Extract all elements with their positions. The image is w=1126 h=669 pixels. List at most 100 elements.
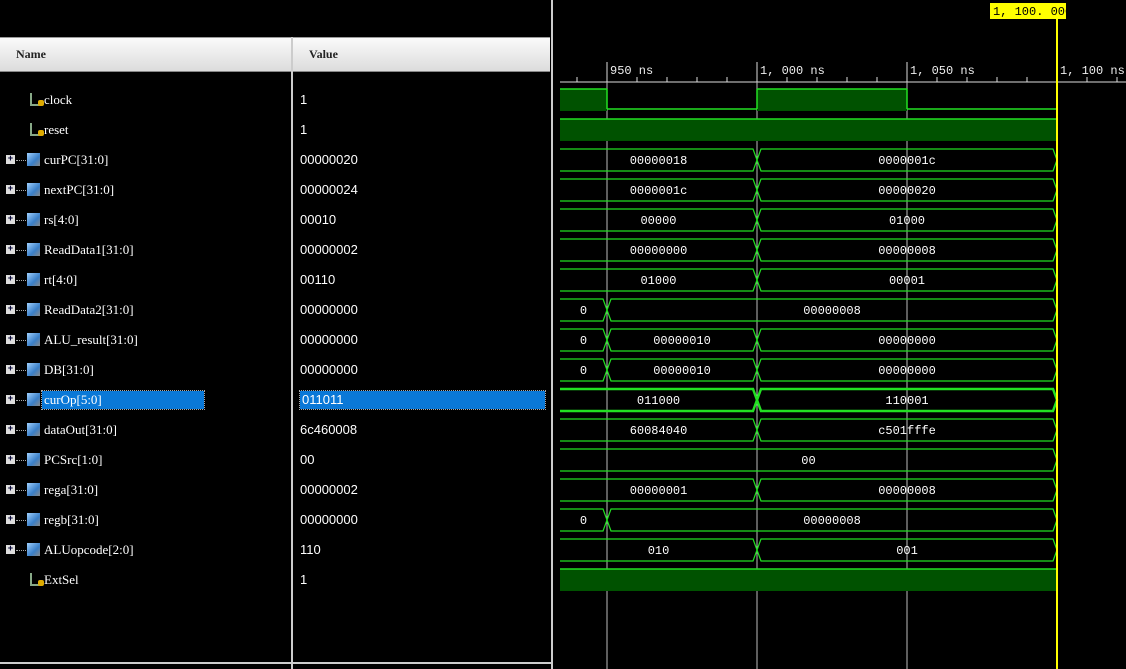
signal-value: 00000002: [300, 242, 358, 257]
signal-name[interactable]: nextPC[31:0]: [42, 181, 116, 199]
signal-name[interactable]: regb[31:0]: [42, 511, 101, 529]
signal-name[interactable]: clock: [42, 91, 74, 109]
signal-row[interactable]: + ALUopcode[2:0] 110: [0, 539, 550, 561]
expand-icon[interactable]: +: [6, 515, 15, 524]
signal-value: 00000000: [300, 362, 358, 377]
signal-name[interactable]: rt[4:0]: [42, 271, 79, 289]
bus-value-label: 60084040: [630, 424, 688, 438]
signal-name[interactable]: rega[31:0]: [42, 481, 100, 499]
signal-value: 00010: [300, 212, 337, 227]
signal-name[interactable]: ALUopcode[2:0]: [42, 541, 136, 559]
signal-name[interactable]: rs[4:0]: [42, 211, 81, 229]
signal-value: 00110: [300, 272, 336, 287]
bus-value-label: 00000008: [803, 304, 861, 318]
tree-connector: [16, 250, 26, 251]
value-column-header[interactable]: Value: [293, 38, 550, 71]
ruler-label: 950 ns: [610, 64, 653, 78]
bus-value-label: 00000008: [803, 514, 861, 528]
bus-value-label: 00000: [640, 214, 676, 228]
waveform-panel[interactable]: 950 ns 1, 000 ns 1, 050 ns 1, 100 ns0000001…: [560, 0, 1126, 669]
bit-signal-icon: [30, 93, 44, 106]
expand-icon[interactable]: +: [6, 155, 15, 164]
signal-name[interactable]: ReadData1[31:0]: [42, 241, 136, 259]
signal-value: 1: [300, 92, 308, 107]
signal-name[interactable]: ReadData2[31:0]: [42, 301, 136, 319]
cursor-time-label: 1, 100. 000 ns: [993, 5, 1094, 19]
bus-signal-icon: [27, 453, 40, 466]
signal-row[interactable]: + nextPC[31:0] 00000024: [0, 179, 550, 201]
bus-value-label: 01000: [889, 214, 925, 228]
signal-name[interactable]: ALU_result[31:0]: [42, 331, 140, 349]
bus-value-label: 0000001c: [630, 184, 688, 198]
signal-value: 00000002: [300, 482, 358, 497]
bus-value-label: 00000000: [630, 244, 688, 258]
name-column-header[interactable]: Name: [0, 38, 291, 71]
signal-list-panel: Name Value clock 1 reset 1 + curPC[31:0] 00000…: [0, 0, 552, 669]
tree-connector: [16, 220, 26, 221]
bus-signal-icon: [27, 183, 40, 196]
bus-value-label: c501fffe: [878, 424, 936, 438]
bus-value-label: 00000010: [653, 364, 711, 378]
tree-connector: [16, 190, 26, 191]
signal-row[interactable]: + rega[31:0] 00000002: [0, 479, 550, 501]
expand-icon[interactable]: +: [6, 185, 15, 194]
signal-high-fill: [560, 569, 1057, 591]
bus-value-label: 0: [580, 364, 587, 378]
signal-name[interactable]: ExtSel: [42, 571, 81, 589]
signal-name[interactable]: curPC[31:0]: [42, 151, 110, 169]
signal-value: 1: [300, 572, 308, 587]
signal-row[interactable]: + ALU_result[31:0] 00000000: [0, 329, 550, 351]
ruler-label: 1, 050 ns: [910, 64, 975, 78]
signal-name[interactable]: reset: [42, 121, 71, 139]
pane-splitter[interactable]: [551, 0, 559, 669]
expand-icon[interactable]: +: [6, 215, 15, 224]
signal-row[interactable]: + dataOut[31:0] 6c460008: [0, 419, 550, 441]
bus-value-label: 00000008: [878, 244, 936, 258]
expand-icon[interactable]: +: [6, 455, 15, 464]
expand-icon[interactable]: +: [6, 245, 15, 254]
tree-connector: [16, 160, 26, 161]
bus-signal-icon: [27, 483, 40, 496]
column-header: Name Value: [0, 37, 550, 72]
tree-connector: [16, 280, 26, 281]
signal-high-fill: [757, 89, 907, 111]
signal-row[interactable]: reset 1: [0, 119, 550, 141]
bus-value-label: 011000: [637, 394, 680, 408]
tree-connector: [16, 430, 26, 431]
bus-value-label: 00: [801, 454, 815, 468]
expand-icon[interactable]: +: [6, 365, 15, 374]
signal-row[interactable]: + ReadData2[31:0] 00000000: [0, 299, 550, 321]
signal-name[interactable]: DB[31:0]: [42, 361, 96, 379]
expand-icon[interactable]: +: [6, 425, 15, 434]
signal-value: 00000024: [300, 182, 358, 197]
expand-icon[interactable]: +: [6, 305, 15, 314]
tree-connector: [16, 520, 26, 521]
signal-row[interactable]: + PCSrc[1:0] 00: [0, 449, 550, 471]
signal-row[interactable]: + ReadData1[31:0] 00000002: [0, 239, 550, 261]
bus-signal-icon: [27, 363, 40, 376]
signal-row[interactable]: + regb[31:0] 00000000: [0, 509, 550, 531]
signal-value: 110: [300, 542, 321, 557]
signal-name[interactable]: curOp[5:0]: [41, 390, 205, 410]
signal-row[interactable]: + rs[4:0] 00010: [0, 209, 550, 231]
bit-signal-icon: [30, 573, 44, 586]
expand-icon[interactable]: +: [6, 395, 15, 404]
bus-signal-icon: [27, 153, 40, 166]
expand-icon[interactable]: +: [6, 485, 15, 494]
tree-connector: [16, 490, 26, 491]
signal-name[interactable]: PCSrc[1:0]: [42, 451, 105, 469]
tree-connector: [16, 550, 26, 551]
expand-icon[interactable]: +: [6, 545, 15, 554]
expand-icon[interactable]: +: [6, 275, 15, 284]
signal-row[interactable]: + curPC[31:0] 00000020: [0, 149, 550, 171]
signal-row[interactable]: ExtSel 1: [0, 569, 550, 591]
bus-value-label: 00000018: [630, 154, 688, 168]
signal-row[interactable]: + DB[31:0] 00000000: [0, 359, 550, 381]
signal-name[interactable]: dataOut[31:0]: [42, 421, 119, 439]
tree-connector: [16, 460, 26, 461]
signal-row[interactable]: + rt[4:0] 00110: [0, 269, 550, 291]
bus-value-label: 00000001: [630, 484, 688, 498]
signal-row[interactable]: clock 1: [0, 89, 550, 111]
signal-row[interactable]: + curOp[5:0] 011011: [0, 389, 550, 411]
expand-icon[interactable]: +: [6, 335, 15, 344]
